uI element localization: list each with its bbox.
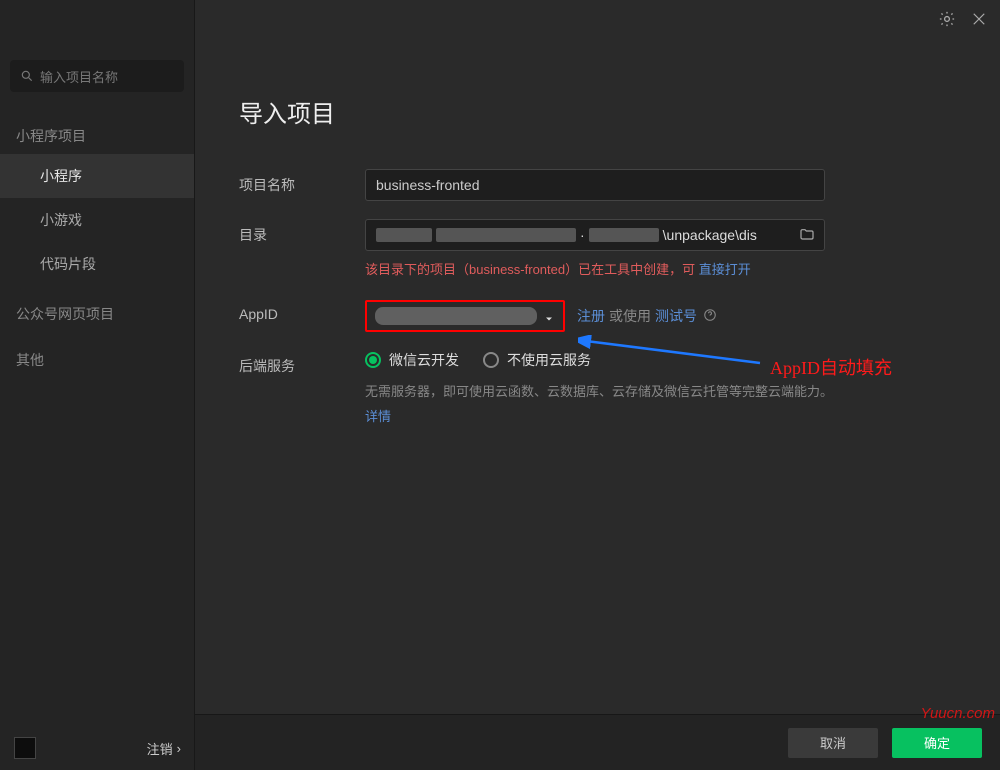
register-link[interactable]: 注册 [577,306,605,326]
label-appid: AppID [239,300,365,322]
ok-button[interactable]: 确定 [892,728,982,758]
redacted-segment [376,228,432,242]
appid-select[interactable] [365,300,565,332]
avatar[interactable] [14,737,36,759]
logout-button[interactable]: 注销 › [147,739,181,758]
radio-dot-off [483,352,499,368]
backend-description: 无需服务器，即可使用云函数、云数据库、云存储及微信云托管等完整云端能力。 详情 [365,380,835,429]
chevron-right-icon: › [177,741,181,756]
test-id-link[interactable]: 测试号 [655,306,697,326]
open-existing-link[interactable]: 直接打开 [699,262,751,277]
label-backend: 后端服务 [239,350,365,376]
sidebar: 输入项目名称 小程序项目 小程序 小游戏 代码片段 公众号网页项目 其他 注销 … [0,0,195,770]
label-directory: 目录 [239,219,365,245]
redacted-appid [375,307,537,325]
details-link[interactable]: 详情 [365,409,391,424]
chevron-down-icon [543,312,555,328]
redacted-segment [589,228,659,242]
nav-item-miniprogram[interactable]: 小程序 [0,154,194,198]
nav-group-official[interactable]: 公众号网页项目 [0,296,194,332]
folder-icon[interactable] [798,227,816,246]
footer: 取消 确定 [195,714,1000,770]
main-panel: 导入项目 项目名称 business-fronted 目录 · \unpacka… [195,0,1000,710]
page-title: 导入项目 [239,94,988,129]
cancel-button[interactable]: 取消 [788,728,878,758]
directory-warning: 该目录下的项目（business-fronted）已在工具中创建，可 直接打开 [365,251,825,282]
nav-item-minigame[interactable]: 小游戏 [0,198,194,242]
radio-dot-on [365,352,381,368]
search-placeholder: 输入项目名称 [40,67,118,86]
directory-input[interactable]: · \unpackage\dis [365,219,825,251]
radio-no-cloud[interactable]: 不使用云服务 [483,350,591,370]
label-project-name: 项目名称 [239,169,365,195]
radio-cloud-dev[interactable]: 微信云开发 [365,350,459,370]
search-icon [20,69,34,83]
nav-group-other[interactable]: 其他 [0,342,194,378]
redacted-segment [436,228,576,242]
search-input[interactable]: 输入项目名称 [10,60,184,92]
project-name-input[interactable]: business-fronted [365,169,825,201]
nav-item-snippet[interactable]: 代码片段 [0,242,194,286]
help-icon[interactable] [703,308,717,325]
nav-group-miniprogram[interactable]: 小程序项目 [0,118,194,154]
